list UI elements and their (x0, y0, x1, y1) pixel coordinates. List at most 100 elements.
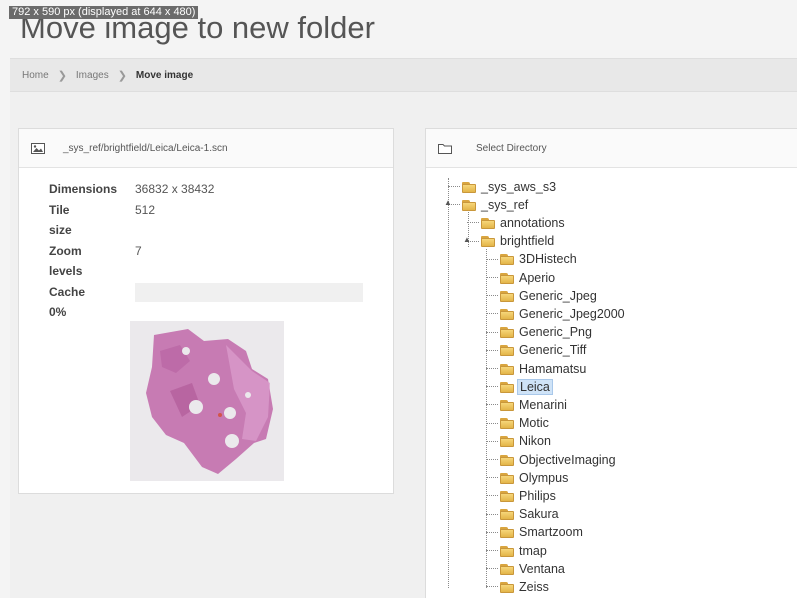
tree-node-label: Generic_Png (519, 325, 592, 340)
tree-node-label: Olympus (519, 470, 569, 485)
tree-node-generic-tiff[interactable]: Generic_Tiff (486, 342, 588, 359)
tree-node-label: Ventana (519, 561, 565, 576)
tree-connector (486, 295, 498, 297)
tree-node-aperio[interactable]: Aperio (486, 269, 557, 286)
tree-node-label: Aperio (519, 270, 556, 285)
tile-size-label: Tile (49, 202, 70, 217)
zoom-levels-label: Zoom (49, 243, 82, 258)
folder-icon (500, 545, 514, 557)
folder-icon (500, 417, 514, 430)
folder-icon (500, 472, 514, 484)
tree-connector (467, 222, 479, 224)
image-info-panel: _sys_ref/brightfield/Leica/Leica-1.scn D… (18, 128, 394, 494)
folder-icon (500, 381, 514, 393)
tree-connector (486, 386, 498, 388)
folder-icon (500, 508, 514, 521)
folder-icon (500, 454, 514, 466)
folder-icon (500, 363, 514, 375)
tree-node-sakura[interactable]: Sakura (486, 506, 561, 523)
tree-connector (486, 495, 498, 497)
tree-node-motic[interactable]: Motic (486, 415, 551, 432)
folder-icon (500, 326, 514, 339)
zoom-levels-label-2: levels (49, 264, 83, 278)
image-panel-header: _sys_ref/brightfield/Leica/Leica-1.scn (19, 129, 393, 168)
cache-percent: 0% (49, 305, 67, 319)
tree-node-label: Menarini (519, 397, 567, 412)
tree-node-label: Motic (519, 416, 549, 431)
folder-icon (500, 272, 514, 284)
tree-node-smartzoom[interactable]: Smartzoom (486, 524, 585, 541)
folder-icon (500, 563, 514, 575)
tree-connector (486, 440, 498, 442)
folder-icon (500, 308, 514, 320)
tree-guide-line (486, 248, 487, 589)
tree-node-menarini[interactable]: Menarini (486, 396, 569, 413)
folder-icon (481, 217, 495, 229)
tree-node-label: _sys_aws_s3 (481, 179, 557, 194)
tree-connector (486, 459, 498, 460)
tree-connector (486, 568, 498, 570)
folder-icon (500, 399, 514, 411)
tree-node-label: Leica (517, 378, 553, 395)
cache-progress-bar (135, 283, 363, 302)
tree-connector (486, 531, 498, 533)
tree-node-generic-jpeg[interactable]: Generic_Jpeg (486, 287, 599, 304)
tree-node-leica[interactable]: Leica (486, 378, 553, 395)
tree-node-philips[interactable]: Philips (486, 487, 558, 504)
tree-connector (486, 258, 498, 260)
tree-node-label: Sakura (519, 507, 559, 522)
tree-node-label: brightfield (500, 234, 555, 249)
folder-icon (500, 526, 514, 539)
collapse-toggle-icon[interactable]: ▲ (444, 199, 452, 207)
tree-node-ventana[interactable]: Ventana (486, 560, 567, 577)
tree-node-zeiss[interactable]: Zeiss (486, 578, 551, 595)
tree-node-3dhistech[interactable]: 3DHistech (486, 251, 579, 268)
breadcrumb: Home ❯ Images ❯ Move image (10, 58, 797, 92)
cache-label: Cache (49, 284, 86, 299)
tree-node-olympus[interactable]: Olympus (486, 469, 570, 486)
zoom-levels-value: 7 (135, 243, 142, 258)
folder-icon (462, 181, 476, 193)
tree-connector (486, 404, 498, 406)
breadcrumb-home-link[interactable]: Home (22, 70, 49, 81)
image-thumbnail[interactable] (130, 321, 284, 481)
folder-icon (500, 435, 514, 448)
tile-size-label-2: size (49, 223, 72, 237)
image-icon (31, 142, 45, 154)
folder-icon (500, 581, 514, 593)
tree-node-objectiveimaging[interactable]: ObjectiveImaging (486, 451, 618, 468)
tree-node-hamamatsu[interactable]: Hamamatsu (486, 360, 588, 377)
tree-guide-line (448, 178, 449, 589)
folder-icon (500, 344, 514, 357)
image-path: _sys_ref/brightfield/Leica/Leica-1.scn (63, 142, 228, 154)
directory-panel-title: Select Directory (476, 142, 547, 154)
breadcrumb-images-link[interactable]: Images (76, 70, 109, 81)
tree-node-sys-ref[interactable]: ▲ _sys_ref (444, 196, 530, 213)
image-size-overlay: 792 x 590 px (displayed at 644 x 480) (9, 6, 199, 19)
tree-node-sys-aws-s3[interactable]: _sys_aws_s3 (448, 178, 558, 195)
tree-node-label: tmap (519, 543, 547, 558)
tree-node-label: Zeiss (519, 579, 549, 594)
breadcrumb-current: Move image (135, 69, 194, 81)
tree-connector (486, 368, 498, 369)
tree-node-tmap[interactable]: tmap (486, 542, 549, 559)
tree-connector (448, 186, 460, 187)
tree-node-brightfield[interactable]: ▲ brightfield (463, 233, 556, 250)
collapse-toggle-icon[interactable]: ▲ (463, 235, 471, 244)
tree-node-annotations[interactable]: annotations (467, 214, 567, 231)
tree-node-label: Philips (519, 488, 556, 503)
tree-connector (486, 277, 498, 278)
tree-node-label: Hamamatsu (519, 361, 587, 376)
dimensions-value: 36832 x 38432 (135, 182, 215, 196)
tree-node-label: Generic_Jpeg2000 (519, 306, 625, 321)
tree-connector (486, 550, 498, 551)
folder-outline-icon (438, 143, 452, 154)
tree-connector (486, 331, 498, 333)
tree-connector (486, 513, 498, 515)
tree-node-generic-png[interactable]: Generic_Png (486, 324, 594, 341)
chevron-right-icon: ❯ (57, 69, 67, 82)
tree-node-label: annotations (500, 215, 565, 230)
tree-node-label: _sys_ref (481, 197, 529, 212)
tree-node-generic-jpeg2000[interactable]: Generic_Jpeg2000 (486, 305, 627, 322)
tree-node-nikon[interactable]: Nikon (486, 433, 553, 450)
